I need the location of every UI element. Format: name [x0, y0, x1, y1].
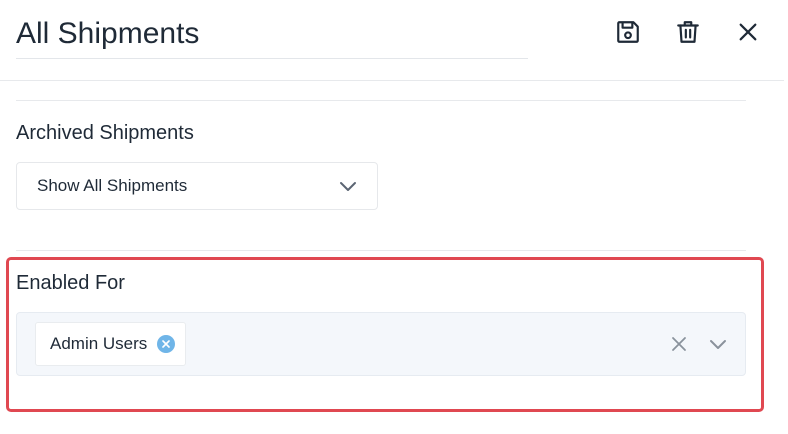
archived-shipments-value: Show All Shipments	[37, 176, 188, 195]
enabled-for-multiselect[interactable]: Admin Users	[16, 312, 746, 376]
chip-admin-users: Admin Users	[35, 322, 187, 366]
close-button[interactable]	[728, 14, 768, 50]
enabled-for-label: Enabled For	[16, 272, 125, 294]
archived-shipments-select[interactable]: Show All Shipments	[16, 162, 378, 210]
close-icon	[739, 23, 757, 41]
chevron-down-icon[interactable]	[709, 338, 727, 350]
chevron-down-icon	[339, 180, 357, 192]
archived-shipments-label: Archived Shipments	[16, 122, 194, 144]
header-divider	[0, 80, 784, 81]
trash-icon	[677, 21, 699, 43]
section-divider	[16, 100, 746, 101]
chip-label: Admin Users	[50, 334, 148, 353]
clear-icon[interactable]	[671, 336, 687, 352]
page-title[interactable]: All Shipments	[16, 12, 528, 59]
save-icon	[617, 21, 639, 43]
header-toolbar	[608, 14, 768, 50]
section-divider	[16, 250, 746, 251]
remove-chip-icon[interactable]	[157, 335, 176, 353]
multiselect-actions	[671, 336, 727, 352]
save-button[interactable]	[608, 14, 648, 50]
delete-button[interactable]	[668, 14, 708, 50]
